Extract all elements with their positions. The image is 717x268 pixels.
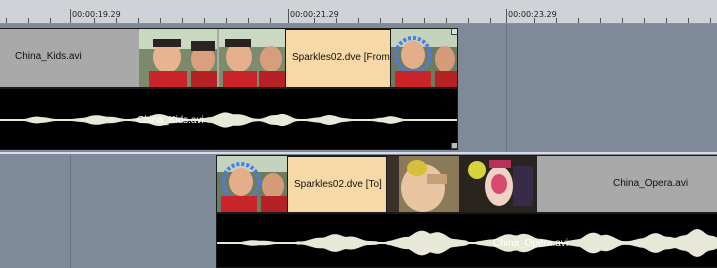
timeline-panel[interactable]: 00:00:19.29 00:00:21.29 00:00:23.29 Chin…: [0, 0, 717, 268]
transition-from[interactable]: Sparkles02.dve [From]: [285, 29, 393, 87]
ruler-tick: [666, 18, 667, 23]
ruler-tick: [50, 18, 51, 23]
ruler-tick: [358, 18, 359, 23]
ruler-tick: [380, 18, 381, 23]
audio-clip-name: China_Opera.avi: [493, 238, 569, 249]
ruler-tick: [578, 18, 579, 23]
ruler-timecode-3: 00:00:23.29: [508, 10, 557, 19]
ruler-tick: [600, 18, 601, 23]
clip-thumbnail: [139, 29, 217, 87]
ruler-tick: [226, 18, 227, 23]
ruler-tick: [138, 18, 139, 23]
clip-name: China_Opera.avi: [613, 178, 689, 189]
clip-thumbnail: [387, 156, 459, 212]
resize-handle[interactable]: [451, 29, 457, 35]
ruler-tick: [270, 18, 271, 23]
ruler-tick: [622, 18, 623, 23]
ruler-tick: [446, 18, 447, 23]
clip-thumbnail: [391, 29, 457, 87]
audio-waveform: [0, 112, 457, 128]
audio-clip-china-opera[interactable]: China_Opera.avi: [216, 213, 717, 268]
video-clip-china-kids[interactable]: China_Kids.avi Sparkles02.dve [From]: [0, 28, 458, 88]
clip-thumbnail: [459, 156, 537, 212]
ruler-tick: [688, 18, 689, 23]
video-clip-china-opera[interactable]: Sparkles02.dve [To] China_Opera.avi: [216, 155, 717, 213]
ruler-tick: [468, 18, 469, 23]
ruler-tick: [424, 18, 425, 23]
transition-to[interactable]: Sparkles02.dve [To]: [287, 156, 387, 212]
time-ruler[interactable]: 00:00:19.29 00:00:21.29 00:00:23.29: [0, 0, 717, 24]
ruler-tick: [490, 18, 491, 23]
ruler-tick: [248, 18, 249, 23]
transition-label: Sparkles02.dve [To]: [294, 179, 382, 190]
grid-marker: [70, 154, 71, 268]
ruler-timecode-1: 00:00:19.29: [72, 10, 121, 19]
ruler-tick: [182, 18, 183, 23]
ruler-tick: [402, 18, 403, 23]
clip-thumbnail: [217, 156, 287, 212]
resize-handle[interactable]: [451, 143, 457, 149]
audio-clip-china-kids[interactable]: China_Kids.avi: [0, 88, 458, 150]
transition-label: Sparkles02.dve [From]: [292, 52, 393, 63]
ruler-tick: [710, 18, 711, 23]
ruler-tick: [6, 18, 7, 23]
audio-waveform: [217, 229, 717, 257]
clip-thumbnail: [219, 29, 285, 87]
ruler-tick: [204, 18, 205, 23]
grid-marker: [506, 24, 507, 152]
audio-clip-name: China_Kids.avi: [137, 115, 204, 126]
clip-name: China_Kids.avi: [15, 51, 82, 62]
ruler-timecode-2: 00:00:21.29: [290, 10, 339, 19]
ruler-tick: [644, 18, 645, 23]
ruler-tick: [28, 18, 29, 23]
ruler-tick: [160, 18, 161, 23]
